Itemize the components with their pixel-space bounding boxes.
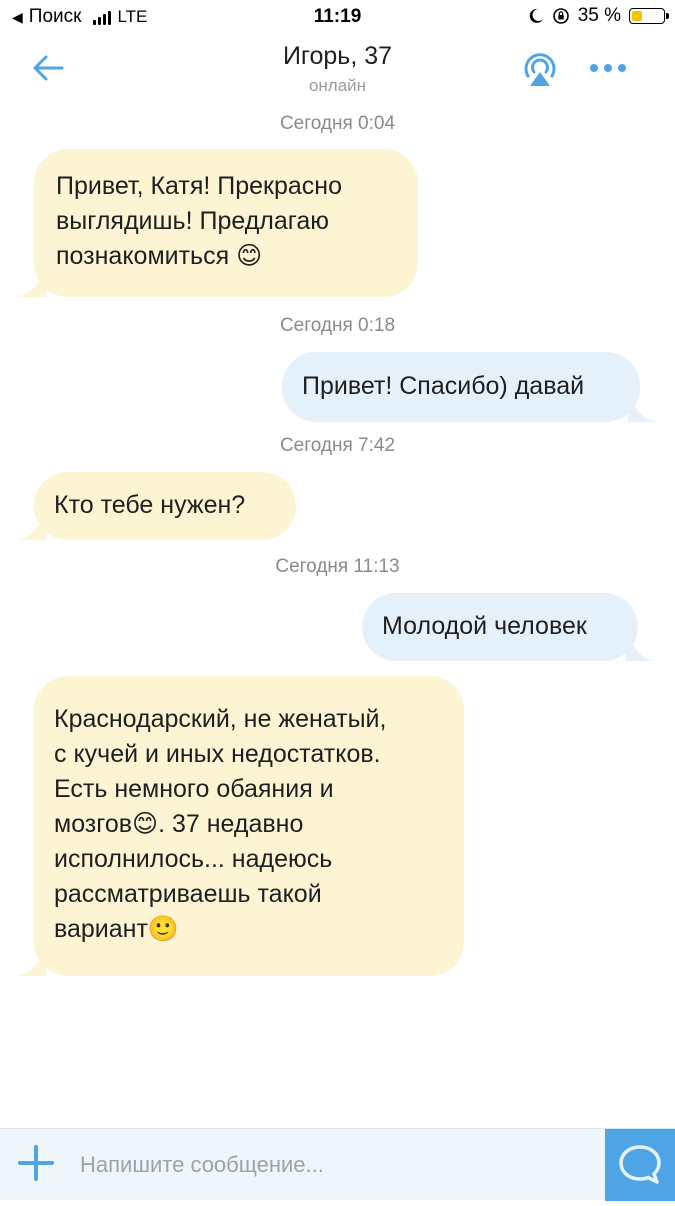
bubble-tail bbox=[16, 510, 46, 540]
message-input[interactable] bbox=[78, 1141, 602, 1189]
message-timestamp: Сегодня 7:42 bbox=[279, 435, 396, 456]
message-line: Привет, Катя! Прекрасно bbox=[56, 172, 343, 200]
outgoing-message[interactable]: Молодой человек bbox=[362, 593, 656, 661]
broadcast-icon[interactable] bbox=[520, 48, 560, 90]
bubble-tail bbox=[626, 631, 656, 661]
message-line: Есть немного обаяния и bbox=[54, 775, 334, 803]
online-status: онлайн bbox=[308, 76, 367, 95]
battery-icon bbox=[629, 8, 669, 24]
message-line: вариант🙂 bbox=[54, 915, 180, 943]
message-line: мозгов😊. 37 недавно bbox=[54, 810, 304, 838]
message-line: Молодой человек bbox=[382, 612, 587, 640]
message-timestamp: Сегодня 11:13 bbox=[275, 556, 400, 577]
send-button[interactable] bbox=[605, 1129, 675, 1201]
message-line: исполнилось... надеюсь bbox=[54, 845, 333, 873]
outgoing-message[interactable]: Привет! Спасибо) давай bbox=[282, 352, 658, 422]
bubble-tail bbox=[16, 946, 46, 976]
more-options-icon[interactable] bbox=[588, 58, 628, 78]
plus-icon[interactable] bbox=[16, 1143, 56, 1183]
chat-bubble-icon bbox=[619, 1145, 661, 1184]
incoming-message[interactable]: Кто тебе нужен? bbox=[16, 472, 296, 540]
contact-name[interactable]: Игорь, 37 bbox=[0, 42, 675, 71]
message-composer bbox=[0, 1128, 675, 1201]
status-bar: ◀ Поиск LTE 11:19 35 % bbox=[0, 0, 675, 36]
message-line: Краснодарский, не женатый, bbox=[54, 705, 387, 733]
message-line: познакомиться 😊 bbox=[56, 242, 263, 270]
message-line: рассматриваешь такой bbox=[54, 880, 322, 908]
incoming-message[interactable]: Краснодарский, не женатый, с кучей и ины… bbox=[16, 676, 464, 976]
message-line: Привет! Спасибо) давай bbox=[302, 372, 585, 400]
message-timestamp: Сегодня 0:04 bbox=[279, 113, 396, 134]
bubble-tail bbox=[16, 267, 46, 297]
message-line: выглядишь! Предлагаю bbox=[56, 207, 329, 235]
battery-level bbox=[632, 11, 642, 21]
moon-icon bbox=[529, 8, 543, 23]
message-line: с кучей и иных недостатков. bbox=[54, 740, 381, 768]
bubble-tail bbox=[628, 392, 658, 422]
incoming-message[interactable]: Привет, Катя! Прекрасно выглядишь! Предл… bbox=[16, 149, 418, 297]
orientation-lock-icon bbox=[552, 8, 569, 24]
chat-header: Игорь, 37 онлайн bbox=[0, 36, 675, 106]
message-timestamp: Сегодня 0:18 bbox=[279, 315, 396, 336]
battery-percent: 35 % bbox=[577, 5, 621, 26]
message-line: Кто тебе нужен? bbox=[54, 491, 246, 519]
